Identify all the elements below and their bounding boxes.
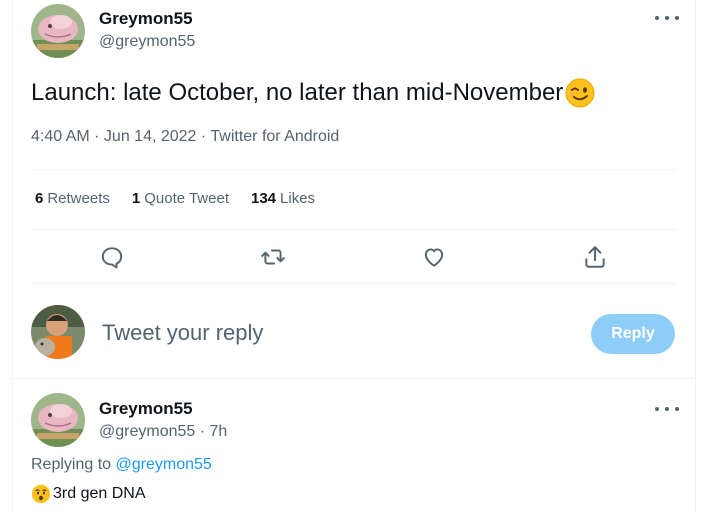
divider: [31, 283, 677, 284]
author-avatar[interactable]: [31, 4, 85, 58]
divider: [13, 378, 695, 379]
replying-prefix: Replying to: [31, 456, 112, 473]
divider: [31, 169, 677, 170]
hushed-face-emoji: [31, 484, 51, 504]
tweet-text: Launch: late October, no later than mid-…: [31, 79, 564, 106]
reply-author-handle[interactable]: @greymon55 · 7h: [99, 423, 227, 441]
more-options-icon[interactable]: [655, 11, 679, 25]
like-icon[interactable]: [421, 244, 447, 270]
divider: [31, 229, 677, 230]
reply-author-avatar[interactable]: [31, 393, 85, 447]
author-name[interactable]: Greymon55: [99, 9, 193, 29]
share-icon[interactable]: [582, 244, 608, 270]
user-avatar[interactable]: [31, 305, 85, 359]
reply-text-row: 3rd gen DNA: [31, 484, 146, 504]
reply-text: 3rd gen DNA: [53, 485, 146, 502]
replying-to-link[interactable]: @greymon55: [116, 456, 212, 473]
tweet-text-row: Launch: late October, no later than mid-…: [31, 78, 595, 108]
retweets-stat[interactable]: 6 Retweets: [35, 190, 110, 207]
reply-input[interactable]: Tweet your reply: [102, 320, 263, 346]
reply-icon[interactable]: [99, 244, 125, 270]
winking-face-emoji: [565, 78, 595, 108]
more-options-icon[interactable]: [655, 402, 679, 416]
replying-to: Replying to @greymon55: [31, 456, 212, 474]
author-handle[interactable]: @greymon55: [99, 33, 195, 51]
tweet-timestamp[interactable]: 4:40 AM · Jun 14, 2022 · Twitter for And…: [31, 128, 339, 146]
quote-tweets-stat[interactable]: 1 Quote Tweet: [132, 190, 229, 207]
retweet-icon[interactable]: [260, 244, 286, 270]
tweet-stats: 6 Retweets 1 Quote Tweet 134 Likes: [35, 190, 315, 207]
reply-author-name[interactable]: Greymon55: [99, 399, 193, 419]
reply-button[interactable]: Reply: [591, 314, 675, 354]
likes-stat[interactable]: 134 Likes: [251, 190, 315, 207]
